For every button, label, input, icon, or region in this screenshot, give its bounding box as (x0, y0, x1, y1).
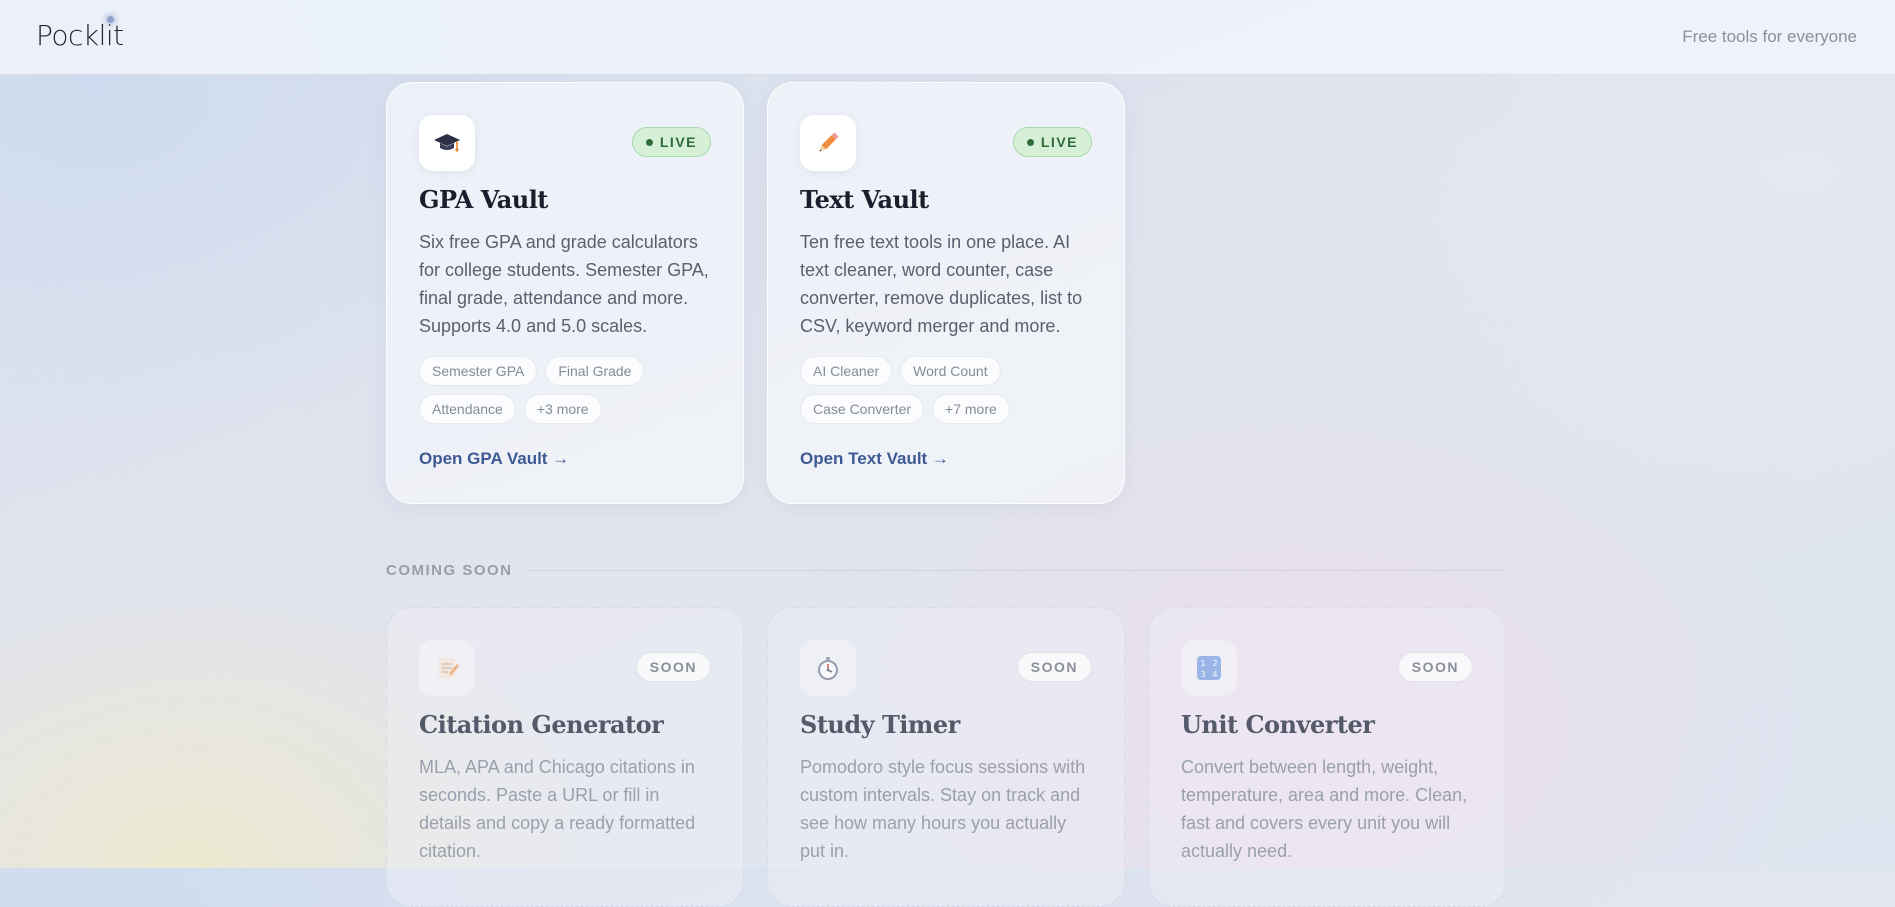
tool-card-gpa-vault[interactable]: LIVE GPA Vault Six free GPA and grade ca… (386, 82, 744, 504)
card-title: Text Vault (800, 185, 929, 214)
status-badge: SOON (1397, 652, 1473, 682)
tool-card-study-timer: SOON Study Timer Pomodoro style focus se… (767, 607, 1125, 907)
status-badge-label: LIVE (1040, 134, 1078, 150)
open-text-vault-link[interactable]: Open Text Vault → (800, 449, 1092, 469)
open-gpa-vault-link[interactable]: Open GPA Vault → (419, 449, 711, 469)
svg-text:3: 3 (1200, 670, 1205, 679)
graduation-cap-icon (419, 115, 475, 171)
card-description: Six free GPA and grade calculators for c… (419, 232, 709, 336)
section-divider (527, 570, 1507, 571)
card-description: Ten free text tools in one place. AI tex… (800, 232, 1083, 336)
tag: Final Grade (545, 356, 645, 386)
top-header: Pocklit Free tools for everyone (0, 0, 1895, 75)
stopwatch-icon (800, 640, 856, 696)
section-label-coming-soon: COMING SOON (386, 562, 513, 579)
tagline: Free tools for everyone (1682, 27, 1857, 46)
card-title: Unit Converter (1181, 710, 1375, 739)
live-dot (1026, 138, 1034, 146)
tag: +7 more (932, 394, 1010, 424)
pencil-icon (800, 115, 856, 171)
numbers-icon: 1 2 3 4 (1181, 640, 1237, 696)
tag: Case Converter (800, 394, 925, 424)
tag: Word Count (900, 356, 1001, 386)
svg-text:4: 4 (1212, 670, 1217, 679)
tag: +3 more (523, 394, 602, 424)
card-title: Citation Generator (419, 710, 664, 739)
logo-dot (107, 16, 114, 23)
tag: Semester GPA (419, 356, 538, 386)
live-dot (645, 138, 653, 146)
tag: Attendance (419, 394, 516, 424)
status-badge-label: LIVE (659, 134, 697, 150)
card-description: Convert between length, weight, temperat… (1181, 757, 1468, 861)
card-description: MLA, APA and Chicago citations in second… (419, 757, 696, 861)
tool-card-text-vault[interactable]: LIVE Text Vault Ten free text tools in o… (767, 82, 1125, 504)
status-badge: SOON (1016, 652, 1092, 682)
status-badge: SOON (635, 652, 711, 682)
tool-card-unit-converter: 1 2 3 4 SOON Unit Converter Convert betw… (1148, 607, 1506, 907)
card-description: Pomodoro style focus sessions with custo… (800, 757, 1086, 861)
card-title: Study Timer (800, 710, 960, 739)
tag: AI Cleaner (800, 356, 893, 386)
logo[interactable]: Pocklit (36, 19, 124, 52)
status-badge: LIVE (631, 127, 711, 157)
tool-card-citation-generator: SOON Citation Generator MLA, APA and Chi… (386, 607, 744, 907)
status-badge: LIVE (1012, 127, 1092, 157)
memo-icon (419, 640, 475, 696)
tag-list: Semester GPA Final Grade Attendance +3 m… (419, 356, 719, 424)
svg-text:1: 1 (1200, 659, 1205, 668)
card-title: GPA Vault (419, 185, 548, 214)
tag-list: AI Cleaner Word Count Case Converter +7 … (800, 356, 1100, 424)
svg-text:2: 2 (1212, 659, 1217, 668)
